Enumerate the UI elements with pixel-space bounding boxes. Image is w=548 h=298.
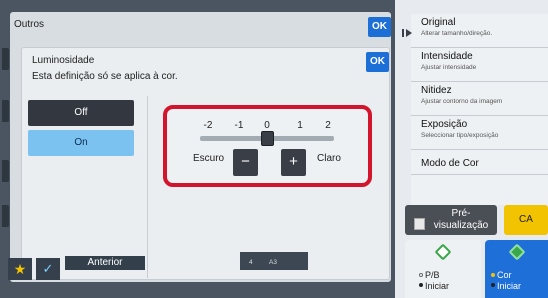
- side-tab[interactable]: [2, 48, 9, 70]
- menu-item-title: Intensidade: [421, 51, 473, 62]
- slider-highlight-box: [163, 105, 372, 187]
- start-color-label: Cor: [497, 270, 512, 280]
- panel-description: Esta definição só se aplica à cor.: [32, 71, 178, 82]
- menu-item-intensity[interactable]: Intensidade Ajustar intensidade: [411, 48, 548, 82]
- menu-item-title: Exposição: [421, 119, 468, 130]
- menu-empty-slot: [411, 175, 548, 205]
- preview-button[interactable]: Pré- visualização: [405, 205, 497, 235]
- back-button[interactable]: Anterior: [65, 256, 145, 270]
- panel-ok-button[interactable]: OK: [366, 52, 389, 72]
- clear-all-button[interactable]: CA: [504, 205, 548, 235]
- preview-label-line1: Pré-: [451, 208, 471, 219]
- bw-radio-icon: [419, 283, 423, 287]
- bw-radio-icon: [419, 273, 423, 277]
- menu-item-title: Modo de Cor: [421, 158, 479, 169]
- slider-tick-label: 1: [297, 120, 303, 131]
- check-icon[interactable]: ✓: [36, 258, 60, 280]
- dark-label: Escuro: [193, 153, 225, 164]
- slider-tick-label: 2: [325, 120, 331, 131]
- start-diamond-icon: [508, 243, 525, 261]
- light-label: Claro: [317, 153, 341, 164]
- panel-title: Luminosidade: [32, 55, 95, 66]
- start-diamond-icon: [434, 243, 452, 261]
- menu-item-title: Original: [421, 17, 456, 28]
- color-dot-icon: [491, 273, 495, 277]
- on-button[interactable]: On: [28, 130, 134, 156]
- side-tab[interactable]: [2, 160, 9, 182]
- slider-tick-label: -2: [203, 120, 213, 131]
- slider-tick-label: -1: [234, 120, 244, 131]
- preview-label-line2: visualização: [433, 220, 489, 231]
- start-bw-sublabel: Iniciar: [425, 281, 450, 291]
- menu-item-subtitle: Ajustar contorno da imagem: [421, 98, 503, 105]
- side-tab[interactable]: [2, 100, 9, 122]
- color-dot-icon: [491, 283, 495, 287]
- decrease-button[interactable]: −: [233, 149, 258, 176]
- dialog-title: Outros: [14, 19, 45, 30]
- dialog-ok-button[interactable]: OK: [368, 17, 391, 37]
- start-color-sublabel: Iniciar: [497, 281, 522, 291]
- play-icon[interactable]: [402, 28, 412, 38]
- start-bw-label: P/B: [425, 270, 440, 280]
- menu-item-subtitle: Seleccionar tipo/exposição: [421, 132, 499, 139]
- start-color-button[interactable]: Cor Iniciar: [485, 240, 548, 298]
- menu-item-subtitle: Alterar tamanho/direção.: [421, 30, 493, 37]
- side-tab[interactable]: [2, 205, 9, 227]
- increase-button[interactable]: +: [281, 149, 306, 176]
- menu-item-sharpness[interactable]: Nitidez Ajustar contorno da imagem: [411, 82, 548, 116]
- off-button[interactable]: Off: [28, 100, 134, 126]
- status-count: 4: [249, 259, 253, 266]
- star-icon[interactable]: ★: [8, 258, 32, 280]
- menu-item-title: Nitidez: [421, 85, 452, 96]
- menu-item-subtitle: Ajustar intensidade: [421, 64, 477, 71]
- menu-item-color-mode[interactable]: Modo de Cor: [411, 150, 548, 175]
- preview-icon: [414, 218, 425, 230]
- status-paper: A3: [269, 259, 277, 266]
- menu-item-original[interactable]: Original Alterar tamanho/direção.: [411, 14, 548, 48]
- luminosity-slider-handle[interactable]: [261, 131, 274, 146]
- status-chip: 4 A3: [240, 252, 308, 270]
- menu-item-exposure[interactable]: Exposição Seleccionar tipo/exposição: [411, 116, 548, 150]
- slider-tick-label: 0: [264, 120, 270, 131]
- start-bw-button[interactable]: P/B Iniciar: [405, 240, 481, 298]
